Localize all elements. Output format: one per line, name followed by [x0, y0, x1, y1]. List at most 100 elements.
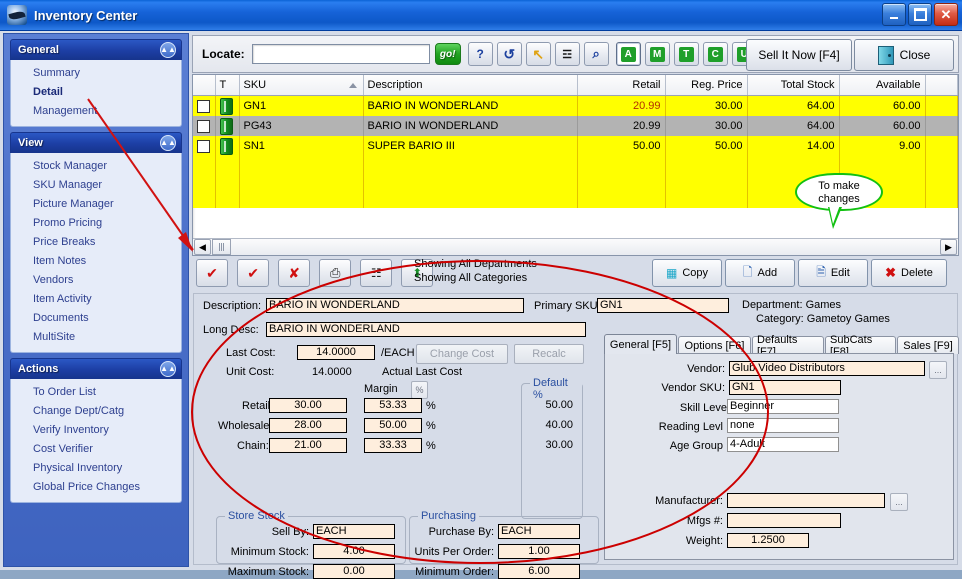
edit-button[interactable]: 🗎 Edit: [798, 259, 868, 287]
filter-c-button[interactable]: C: [702, 42, 728, 66]
sidebar-item-detail[interactable]: Detail: [11, 83, 181, 102]
column-header-retail[interactable]: Retail: [577, 75, 666, 96]
sidebar-item-summary[interactable]: Summary: [11, 64, 181, 83]
recalc-button[interactable]: Recalc: [514, 344, 584, 364]
units-per-order-field[interactable]: 1.00: [498, 544, 580, 559]
close-button[interactable]: Close: [854, 39, 954, 71]
uncheck-all-button[interactable]: ✘: [278, 259, 311, 287]
scrollbar-thumb[interactable]: [212, 239, 231, 255]
help-button[interactable]: ?: [467, 42, 493, 66]
sidebar-item-vendors[interactable]: Vendors: [11, 271, 181, 290]
chain-margin-field[interactable]: 33.33: [364, 438, 422, 453]
mfgs-field[interactable]: [727, 513, 841, 528]
wholesale-margin-field[interactable]: 50.00: [364, 418, 422, 433]
retail-margin-field[interactable]: 53.33: [364, 398, 422, 413]
age-group-field[interactable]: 4-Adult: [727, 437, 839, 452]
filter-t-button[interactable]: T: [673, 42, 699, 66]
wholesale-price-field[interactable]: 28.00: [269, 418, 347, 433]
vendor-browse-button[interactable]: ...: [929, 361, 947, 379]
filter-m-button[interactable]: M: [644, 42, 670, 66]
print-button[interactable]: ⎙: [319, 259, 352, 287]
sidebar-item-picture-manager[interactable]: Picture Manager: [11, 195, 181, 214]
row-checkbox-cell[interactable]: [193, 116, 216, 136]
sidebar-item-verify-inventory[interactable]: Verify Inventory: [11, 421, 181, 440]
sidebar-item-management[interactable]: Management: [11, 102, 181, 121]
scroll-left-icon[interactable]: ◀: [194, 239, 211, 255]
sidebar-item-change-dept-catg[interactable]: Change Dept/Catg: [11, 402, 181, 421]
row-checkbox-cell[interactable]: [193, 95, 216, 116]
primary-sku-field[interactable]: GN1: [597, 298, 729, 313]
skill-level-field[interactable]: Beginner: [727, 399, 839, 414]
last-cost-field[interactable]: 14.0000: [297, 345, 375, 360]
minimum-order-field[interactable]: 6.00: [498, 564, 580, 579]
column-header-check[interactable]: [193, 75, 216, 96]
refresh-button[interactable]: ↺: [496, 42, 522, 66]
maximum-stock-field[interactable]: 0.00: [313, 564, 395, 579]
sidebar-item-item-activity[interactable]: Item Activity: [11, 290, 181, 309]
inventory-grid[interactable]: T SKU Description Retail Reg. Price Tota…: [192, 74, 959, 256]
sidebar-item-stock-manager[interactable]: Stock Manager: [11, 157, 181, 176]
minimize-button[interactable]: [882, 3, 906, 26]
check-all-a-button[interactable]: ✔: [237, 259, 270, 287]
filter-all-button[interactable]: A: [615, 42, 641, 66]
sidebar-item-documents[interactable]: Documents: [11, 309, 181, 328]
close-window-button[interactable]: ✕: [934, 3, 958, 26]
sell-by-field[interactable]: EACH: [313, 524, 395, 539]
chain-price-field[interactable]: 21.00: [269, 438, 347, 453]
description-field[interactable]: BARIO IN WONDERLAND: [266, 298, 524, 313]
sidebar-item-cost-verifier[interactable]: Cost Verifier: [11, 440, 181, 459]
sidebar-item-to-order-list[interactable]: To Order List: [11, 383, 181, 402]
add-button[interactable]: 🗋 Add: [725, 259, 795, 287]
tab-sales[interactable]: Sales [F9]: [897, 336, 959, 354]
chevron-up-icon[interactable]: ▲▲: [160, 134, 176, 151]
sidebar-item-physical-inventory[interactable]: Physical Inventory: [11, 459, 181, 478]
grid-horizontal-scrollbar[interactable]: ◀ ▶: [193, 238, 958, 255]
manufacturer-browse-button[interactable]: ...: [890, 493, 908, 511]
copy-button[interactable]: ▦ Copy: [652, 259, 722, 287]
vendor-sku-field[interactable]: GN1: [729, 380, 841, 395]
row-checkbox-cell[interactable]: [193, 136, 216, 156]
tab-defaults[interactable]: Defaults [F7]: [752, 334, 824, 358]
vendor-field[interactable]: Glub Video Distributors: [729, 361, 925, 376]
sidebar-item-price-breaks[interactable]: Price Breaks: [11, 233, 181, 252]
sidebar-group-actions-header[interactable]: Actions ▲▲: [10, 358, 182, 379]
sidebar-group-view-header[interactable]: View ▲▲: [10, 132, 182, 153]
column-header-sku[interactable]: SKU: [239, 75, 364, 96]
column-header-reg-price[interactable]: Reg. Price: [665, 75, 748, 96]
table-row[interactable]: GN1 BARIO IN WONDERLAND 20.99 30.00 64.0…: [193, 95, 958, 116]
sidebar-group-general-header[interactable]: General ▲▲: [10, 39, 182, 60]
maximize-button[interactable]: [908, 3, 932, 26]
table-row[interactable]: SN1 SUPER BARIO III 50.00 50.00 14.00 9.…: [193, 136, 958, 156]
column-header-description[interactable]: Description: [363, 75, 578, 96]
column-header-total-stock[interactable]: Total Stock: [747, 75, 840, 96]
go-button[interactable]: go!: [434, 43, 461, 65]
row-checkbox[interactable]: [197, 139, 210, 153]
sidebar-item-sku-manager[interactable]: SKU Manager: [11, 176, 181, 195]
find-button[interactable]: ☲: [554, 42, 580, 66]
jump-button[interactable]: ↖: [525, 42, 551, 66]
row-checkbox[interactable]: [197, 99, 210, 113]
row-checkbox[interactable]: [197, 119, 210, 133]
manufacturer-field[interactable]: [727, 493, 885, 508]
scroll-right-icon[interactable]: ▶: [940, 239, 957, 255]
reading-level-field[interactable]: none: [727, 418, 839, 433]
column-header-type[interactable]: T: [215, 75, 240, 96]
long-desc-field[interactable]: BARIO IN WONDERLAND: [266, 322, 586, 337]
sidebar-item-promo-pricing[interactable]: Promo Pricing: [11, 214, 181, 233]
locate-input[interactable]: [251, 44, 430, 64]
sell-it-now-button[interactable]: Sell It Now [F4]: [746, 39, 852, 71]
retail-price-field[interactable]: 30.00: [269, 398, 347, 413]
column-header-available[interactable]: Available: [839, 75, 926, 96]
minimum-stock-field[interactable]: 4.00: [313, 544, 395, 559]
list-button[interactable]: ☷: [360, 259, 393, 287]
check-all-button[interactable]: ✔: [196, 259, 228, 287]
percent-toggle-button[interactable]: %: [411, 381, 428, 399]
table-row[interactable]: PG43 BARIO IN WONDERLAND 20.99 30.00 64.…: [193, 116, 958, 136]
preview-button[interactable]: ⌕: [583, 42, 609, 66]
tab-subcats[interactable]: SubCats [F8]: [825, 334, 896, 358]
purchase-by-field[interactable]: EACH: [498, 524, 580, 539]
chevron-up-icon[interactable]: ▲▲: [160, 41, 176, 58]
sidebar-item-item-notes[interactable]: Item Notes: [11, 252, 181, 271]
chevron-up-icon[interactable]: ▲▲: [160, 360, 176, 377]
delete-button[interactable]: ✖ Delete: [871, 259, 947, 287]
